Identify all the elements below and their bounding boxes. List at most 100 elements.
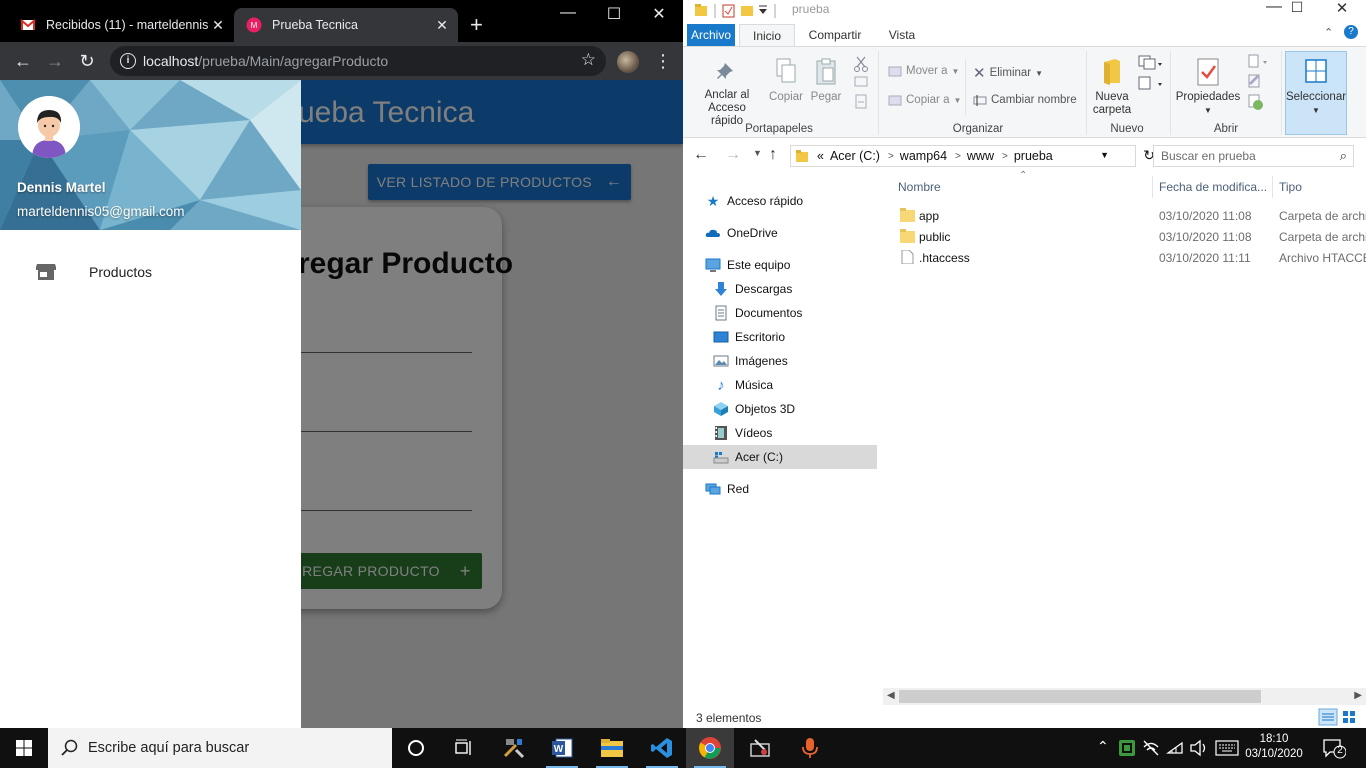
keyboard-icon[interactable] [1215, 740, 1239, 756]
search-input[interactable]: Buscar en prueba ⌕ [1153, 145, 1354, 167]
move-to-button[interactable]: Mover a ▼ [888, 64, 959, 78]
recent-locations-icon[interactable]: ▼ [753, 148, 762, 158]
horizontal-scrollbar[interactable]: ◀ ▶ [883, 688, 1366, 705]
help-icon[interactable]: ? [1344, 25, 1358, 39]
nav-item-onedrive[interactable]: OneDrive [705, 221, 875, 245]
rename-button[interactable]: Cambiar nombre [973, 93, 1077, 107]
breadcrumb-wamp64[interactable]: wamp64 [900, 149, 947, 163]
tab-vista[interactable]: Vista [879, 24, 925, 46]
scroll-left-icon[interactable]: ◀ [887, 690, 895, 701]
copy-to-button[interactable]: Copiar a ▼ [888, 93, 961, 107]
chevron-right-icon[interactable]: > [955, 151, 961, 162]
copy-button[interactable]: Copiar [769, 57, 803, 104]
tab-prueba-tecnica[interactable]: M Prueba Tecnica ✕ [234, 8, 458, 42]
file-row[interactable]: .htaccess 03/10/2020 11:11 Archivo HTACC… [883, 247, 1366, 268]
back-icon[interactable]: ← [12, 50, 34, 72]
delete-button[interactable]: ✕ Eliminar ▼ [973, 64, 1043, 82]
paste-button[interactable]: Pegar [809, 57, 843, 104]
column-header-tipo[interactable]: Tipo [1279, 180, 1302, 194]
view-toggle-icons[interactable] [1318, 708, 1360, 726]
nav-item-escritorio[interactable]: Escritorio [713, 325, 883, 349]
scroll-right-icon[interactable]: ▶ [1354, 690, 1362, 701]
taskbar-file-explorer[interactable] [588, 728, 636, 768]
menu-kebab-icon[interactable]: ⋮ [654, 50, 672, 72]
column-separator[interactable] [1272, 176, 1273, 198]
up-icon[interactable]: ↑ [769, 146, 777, 164]
profile-avatar[interactable] [617, 51, 639, 73]
wamp-tray-icon[interactable] [1118, 739, 1136, 757]
column-header-fecha[interactable]: Fecha de modifica... [1159, 180, 1267, 194]
address-dropdown-icon[interactable]: ▼ [1100, 150, 1109, 160]
nav-item-red[interactable]: Red [705, 477, 875, 501]
action-center-button[interactable]: 2 [1322, 737, 1347, 759]
close-tab-icon[interactable]: ✕ [208, 17, 228, 34]
back-icon[interactable]: ← [693, 146, 709, 164]
breadcrumb-prueba[interactable]: prueba [1014, 149, 1053, 163]
breadcrumb-overflow[interactable]: « [817, 149, 824, 163]
column-header-nombre[interactable]: Nombre [898, 180, 941, 194]
avatar[interactable] [18, 96, 80, 158]
forward-icon[interactable]: → [725, 146, 741, 164]
close-tab-icon[interactable]: ✕ [432, 17, 452, 34]
url-text[interactable]: localhost/prueba/Main/agregarProducto [143, 53, 388, 69]
breadcrumb-www[interactable]: www [967, 149, 994, 163]
network-disconnected-icon[interactable] [1142, 739, 1160, 757]
taskbar-vscode[interactable] [638, 728, 686, 768]
scrollbar-thumb[interactable] [899, 690, 1261, 703]
new-item-icons[interactable] [1136, 53, 1164, 93]
taskbar-tools-app[interactable] [490, 728, 538, 768]
drawer-item-productos[interactable]: Productos [0, 252, 301, 292]
bookmark-star-icon[interactable]: ☆ [581, 50, 596, 70]
chevron-right-icon[interactable]: > [888, 151, 894, 162]
close-window-icon[interactable]: ✕ [636, 4, 682, 24]
volume-icon[interactable] [1189, 739, 1209, 757]
taskbar-search[interactable]: Escribe aquí para buscar [48, 728, 392, 768]
close-window-icon[interactable]: ✕ [1319, 0, 1365, 17]
collapse-ribbon-icon[interactable]: ⌃ [1324, 26, 1333, 39]
tab-gmail[interactable]: Recibidos (11) - marteldennis05@gmail.co… [8, 8, 234, 42]
show-hidden-icons[interactable]: ⌃ [1097, 738, 1109, 755]
explorer-address-bar[interactable]: « Acer (C:) > wamp64 > www > prueba ▼ ↻ [790, 145, 1155, 167]
file-row[interactable]: public 03/10/2020 11:08 Carpeta de archi… [883, 226, 1366, 247]
address-bar[interactable]: i localhost/prueba/Main/agregarProducto … [110, 46, 606, 76]
tab-archivo[interactable]: Archivo [687, 24, 735, 46]
properties-button[interactable]: Propiedades ▼ [1173, 57, 1243, 117]
open-edit-history-icons[interactable] [1245, 53, 1271, 113]
nav-item-videos[interactable]: Vídeos [713, 421, 883, 445]
taskbar-app-tools[interactable] [736, 728, 784, 768]
minimize-icon[interactable]: — [545, 4, 591, 22]
nav-item-este-equipo[interactable]: Este equipo [705, 253, 875, 277]
maximize-icon[interactable]: ☐ [1274, 0, 1320, 16]
system-clock[interactable]: 18:10 03/10/2020 [1240, 732, 1308, 762]
search-icon[interactable]: ⌕ [1340, 146, 1347, 166]
forward-icon[interactable]: → [44, 50, 66, 72]
new-tab-button[interactable]: + [470, 13, 483, 37]
task-view-button[interactable] [440, 728, 488, 768]
nav-item-acceso-rapido[interactable]: ★ Acceso rápido [705, 189, 875, 213]
taskbar-word[interactable]: W [538, 728, 586, 768]
new-folder-button[interactable]: Nueva carpeta [1090, 57, 1134, 117]
taskbar-chrome[interactable] [686, 728, 734, 768]
cortana-button[interactable] [392, 728, 440, 768]
wifi-icon[interactable] [1166, 739, 1184, 757]
nav-item-imagenes[interactable]: Imágenes [713, 349, 883, 373]
select-button[interactable]: Seleccionar ▼ [1283, 57, 1349, 117]
cut-copy-path-icons[interactable] [853, 55, 869, 111]
start-button[interactable] [0, 728, 48, 768]
chevron-right-icon[interactable]: > [1002, 151, 1008, 162]
nav-item-documentos[interactable]: Documentos [713, 301, 883, 325]
nav-item-objetos-3d[interactable]: Objetos 3D [713, 397, 883, 421]
taskbar-recorder[interactable] [786, 728, 834, 768]
nav-item-descargas[interactable]: Descargas [713, 277, 883, 301]
nav-item-musica[interactable]: ♪ Música [713, 373, 883, 397]
nav-item-acer-c[interactable]: Acer (C:) [683, 445, 877, 469]
reload-icon[interactable]: ↻ [76, 50, 98, 72]
pin-quick-access-button[interactable]: Anclar al Acceso rápido [689, 59, 765, 128]
file-row[interactable]: app 03/10/2020 11:08 Carpeta de archivos [883, 205, 1366, 226]
info-icon[interactable]: i [120, 53, 136, 69]
tab-inicio[interactable]: Inicio [739, 24, 795, 46]
breadcrumb-acer[interactable]: Acer (C:) [830, 149, 880, 163]
tab-compartir[interactable]: Compartir [803, 24, 867, 46]
column-separator[interactable] [1152, 176, 1153, 198]
maximize-icon[interactable]: ☐ [591, 4, 637, 24]
